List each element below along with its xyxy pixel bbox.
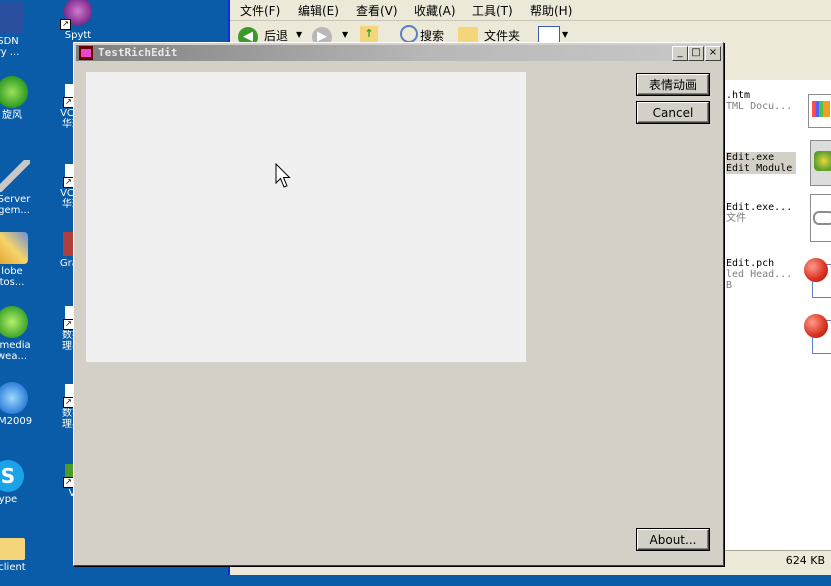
wizard-icon: ↗ — [60, 0, 94, 30]
file-item[interactable]: .htm TML Docu... — [726, 90, 796, 112]
file-item[interactable]: Edit.exe Edit Module — [726, 152, 796, 174]
window-title: TestRichEdit — [98, 46, 178, 59]
book-icon — [0, 2, 24, 34]
file-type: 文件 — [726, 213, 746, 224]
folder-icon[interactable] — [458, 27, 478, 43]
file-name: Edit.exe... — [726, 202, 793, 213]
desktop-icon-server[interactable]: Server gem... — [0, 160, 40, 216]
penguin-icon — [0, 382, 28, 414]
file-item[interactable]: Edit.pch led Head... B — [726, 258, 796, 291]
testrichedit-dialog: TestRichEdit _ □ × 表情动画 Cancel About... — [73, 42, 724, 566]
link-file-icon[interactable] — [810, 194, 831, 242]
file-name: .htm — [726, 90, 751, 101]
cancel-button[interactable]: Cancel — [637, 102, 709, 123]
rich-edit-area[interactable] — [86, 72, 526, 362]
mouse-cursor-icon — [275, 163, 291, 188]
file-size: B — [726, 280, 733, 291]
file-item[interactable]: Edit.exe... 文件 — [726, 202, 796, 224]
emoticon-animation-button[interactable]: 表情动画 — [637, 74, 709, 95]
html-file-icon[interactable] — [808, 94, 831, 128]
file-name: Edit.exe — [726, 152, 775, 163]
file-type: TML Docu... — [726, 101, 793, 112]
desktop-icon-msdn[interactable]: SDN ry ... — [0, 2, 34, 58]
status-bar: 624 KB — [720, 550, 831, 571]
tools-icon — [0, 160, 30, 192]
chevron-down-icon[interactable]: ▼ — [562, 30, 568, 39]
menu-tools[interactable]: 工具(T) — [472, 2, 513, 19]
desktop-icon-adobe[interactable]: lobe tos... — [0, 232, 38, 288]
pch-file-icon[interactable] — [804, 256, 831, 298]
folder-icon — [0, 538, 25, 560]
desktop-icon-xuanfeng[interactable]: 旋风 — [0, 76, 38, 121]
title-bar[interactable]: TestRichEdit _ □ × — [76, 45, 721, 61]
menu-file[interactable]: 文件(F) — [240, 2, 280, 19]
maximize-button[interactable]: □ — [688, 46, 704, 61]
desktop-icon-client[interactable]: client — [0, 538, 38, 573]
app-icon[interactable] — [79, 46, 93, 60]
chevron-down-icon[interactable]: ▼ — [342, 30, 348, 39]
close-button[interactable]: × — [705, 46, 721, 61]
menu-edit[interactable]: 编辑(E) — [298, 2, 339, 19]
desktop-icon-spytt[interactable]: ↗ Spytt — [52, 0, 104, 41]
record-file-icon[interactable] — [804, 312, 831, 354]
minimize-button[interactable]: _ — [672, 46, 688, 61]
menu-favorites[interactable]: 收藏(A) — [414, 2, 456, 19]
whirlwind-icon — [0, 76, 28, 108]
shortcut-arrow-icon: ↗ — [60, 19, 71, 30]
chevron-down-icon[interactable]: ▼ — [296, 30, 302, 39]
desktop-icon-macromedia[interactable]: omedia wea... — [0, 306, 38, 362]
file-type: Edit Module — [726, 163, 793, 174]
menu-help[interactable]: 帮助(H) — [530, 2, 572, 19]
desktop-icon-tm2009[interactable]: TM2009 — [0, 382, 38, 427]
status-size: 624 KB — [785, 554, 825, 567]
explorer-menubar: 文件(F) 编辑(E) 查看(V) 收藏(A) 工具(T) 帮助(H) — [230, 0, 831, 21]
desktop-icon-skype[interactable]: S ype — [0, 460, 34, 505]
dreamweaver-icon — [0, 306, 28, 338]
feather-icon — [0, 232, 28, 264]
skype-icon: S — [0, 460, 24, 492]
file-name: Edit.pch — [726, 258, 775, 269]
module-file-icon[interactable] — [810, 140, 831, 186]
menu-view[interactable]: 查看(V) — [356, 2, 398, 19]
search-icon[interactable] — [400, 25, 418, 43]
about-button[interactable]: About... — [637, 529, 709, 550]
file-type: led Head... — [726, 269, 793, 280]
